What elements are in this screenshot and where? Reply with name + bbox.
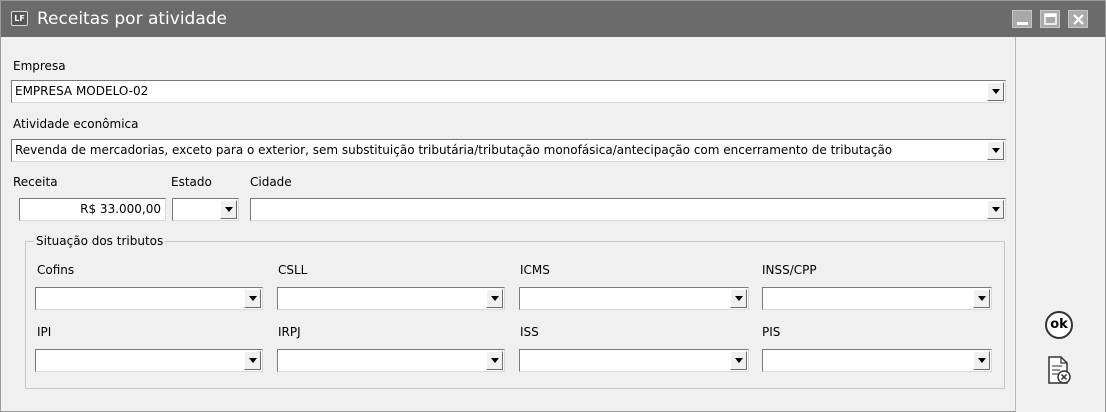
pis-select[interactable]: [762, 349, 992, 372]
cancel-document-icon[interactable]: [1047, 356, 1073, 386]
irpj-label: IRPJ: [278, 325, 301, 339]
dropdown-button[interactable]: [486, 351, 503, 370]
situacao-title: Situação dos tributos: [34, 234, 166, 248]
receita-input[interactable]: R$ 33.000,00: [19, 198, 166, 221]
dropdown-button[interactable]: [987, 82, 1004, 101]
receita-label: Receita: [13, 175, 58, 189]
close-icon: [1073, 14, 1084, 25]
ipi-select[interactable]: [35, 349, 263, 372]
chevron-down-icon: [249, 296, 257, 301]
inss-cpp-select[interactable]: [762, 287, 992, 310]
chevron-down-icon: [491, 296, 499, 301]
csll-label: CSLL: [278, 263, 308, 277]
dropdown-button[interactable]: [973, 351, 990, 370]
icms-label: ICMS: [520, 263, 550, 277]
chevron-down-icon: [978, 296, 986, 301]
pis-label: PIS: [762, 325, 781, 339]
dropdown-button[interactable]: [973, 289, 990, 308]
dropdown-button[interactable]: [730, 289, 747, 308]
csll-select[interactable]: [277, 287, 505, 310]
ipi-label: IPI: [37, 325, 52, 339]
app-icon: LF: [11, 11, 28, 26]
chevron-down-icon: [992, 207, 1000, 212]
close-button[interactable]: [1068, 10, 1088, 28]
dropdown-button[interactable]: [730, 351, 747, 370]
dropdown-button[interactable]: [244, 351, 261, 370]
iss-select[interactable]: [519, 349, 749, 372]
atividade-label: Atividade econômica: [13, 117, 139, 131]
estado-label: Estado: [171, 175, 212, 189]
ok-label: ok: [1050, 317, 1068, 332]
atividade-select[interactable]: Revenda de mercadorias, exceto para o ex…: [11, 139, 1006, 162]
chevron-down-icon: [992, 89, 1000, 94]
minimize-icon: [1017, 22, 1028, 25]
estado-select[interactable]: [172, 198, 239, 221]
empresa-value: EMPRESA MODELO-02: [15, 84, 149, 98]
chevron-down-icon: [735, 358, 743, 363]
inss-cpp-label: INSS/CPP: [762, 263, 817, 277]
dropdown-button[interactable]: [220, 200, 237, 219]
dropdown-button[interactable]: [244, 289, 261, 308]
minimize-button[interactable]: [1012, 10, 1032, 28]
cidade-label: Cidade: [250, 175, 292, 189]
chevron-down-icon: [249, 358, 257, 363]
chevron-down-icon: [491, 358, 499, 363]
ok-button[interactable]: ok: [1045, 311, 1073, 339]
chevron-down-icon: [992, 148, 1000, 153]
receita-value: R$ 33.000,00: [80, 202, 161, 216]
irpj-select[interactable]: [277, 349, 505, 372]
cofins-label: Cofins: [37, 263, 75, 277]
cidade-select[interactable]: [250, 198, 1006, 221]
chevron-down-icon: [735, 296, 743, 301]
receitas-window: LF Receitas por atividade Empresa EMPRES…: [0, 0, 1106, 412]
maximize-button[interactable]: [1040, 10, 1060, 28]
chevron-down-icon: [225, 207, 233, 212]
maximize-icon: [1044, 13, 1057, 25]
empresa-select[interactable]: EMPRESA MODELO-02: [11, 80, 1006, 103]
chevron-down-icon: [978, 358, 986, 363]
dropdown-button[interactable]: [987, 141, 1004, 160]
dropdown-button[interactable]: [486, 289, 503, 308]
cofins-select[interactable]: [35, 287, 263, 310]
dropdown-button[interactable]: [987, 200, 1004, 219]
title-bar[interactable]: LF Receitas por atividade: [1, 1, 1105, 37]
atividade-value: Revenda de mercadorias, exceto para o ex…: [15, 143, 893, 157]
icms-select[interactable]: [519, 287, 749, 310]
iss-label: ISS: [520, 325, 539, 339]
window-title: Receitas por atividade: [37, 9, 228, 29]
empresa-label: Empresa: [13, 59, 66, 73]
